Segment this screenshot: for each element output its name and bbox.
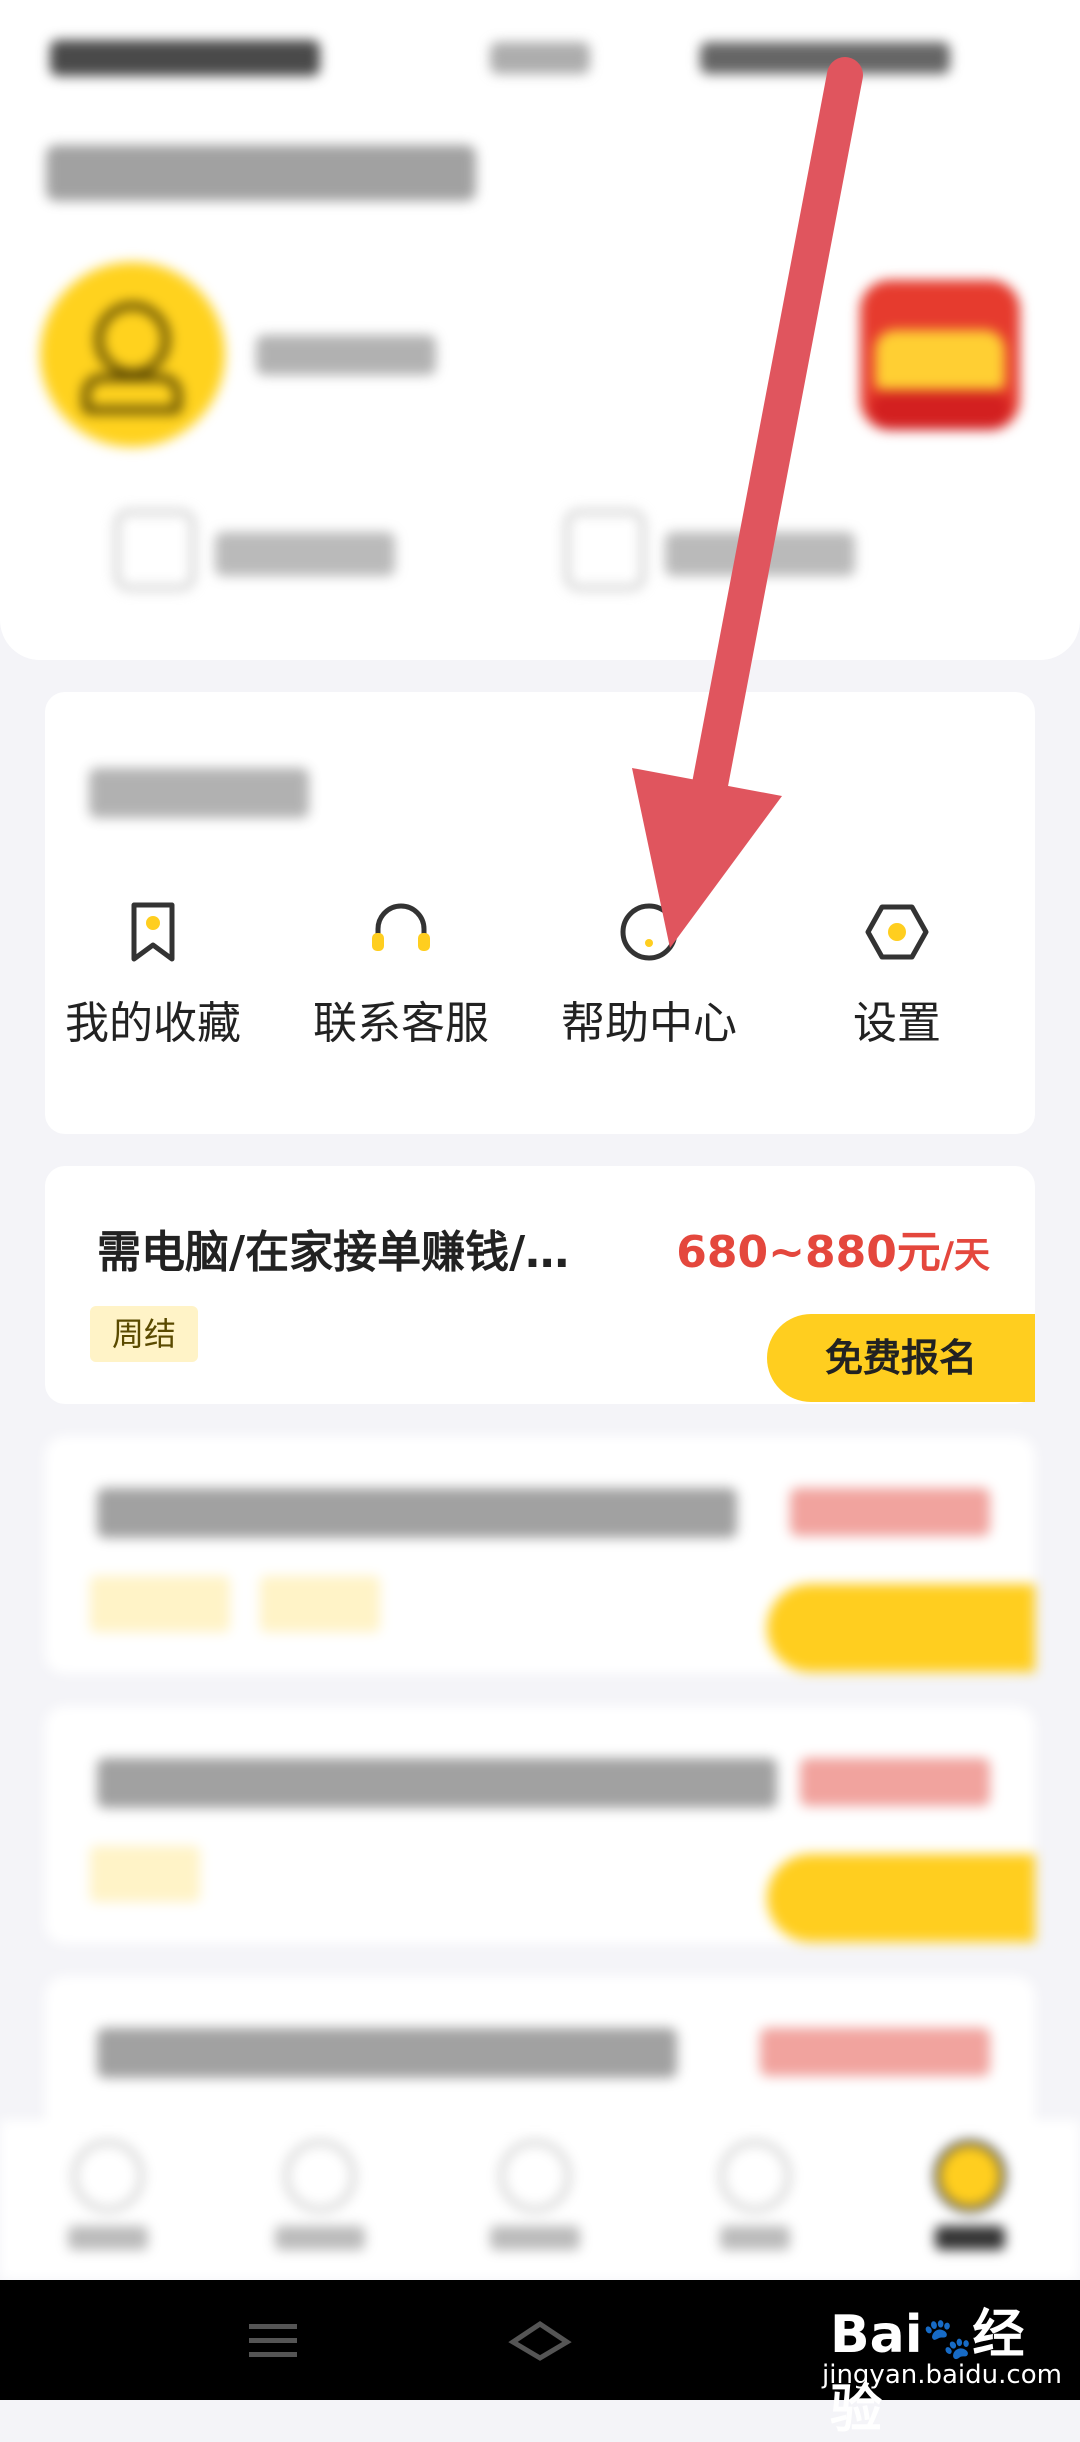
headset-icon (372, 903, 430, 951)
profile-header (0, 0, 1080, 660)
nav-label (490, 2226, 580, 2250)
service-contact[interactable]: 联系客服 (281, 897, 521, 1051)
service-label: 设置 (853, 998, 941, 1049)
job-salary-placeholder (790, 1488, 990, 1536)
status-icons (700, 42, 950, 74)
job-tag-placeholder (260, 1576, 380, 1632)
help-icon (620, 903, 678, 961)
job-salary-placeholder (800, 1758, 990, 1806)
service-label: 联系客服 (313, 998, 489, 1049)
service-label: 我的收藏 (65, 998, 241, 1049)
quick-link-2-label (665, 532, 855, 576)
home-button-icon[interactable] (505, 2318, 575, 2362)
job-title-placeholder (97, 2028, 677, 2078)
quick-link-1[interactable] (115, 510, 435, 600)
nav-label (720, 2226, 790, 2250)
gift-label (870, 390, 1010, 430)
service-settings[interactable]: 设置 (777, 897, 1017, 1051)
quick-link-1-label (215, 532, 395, 576)
salary-unit: /天 (940, 1235, 990, 1276)
job-title-placeholder (97, 1758, 777, 1808)
salary-amount: 680~880元 (676, 1227, 941, 1278)
apply-button[interactable]: 免费报名 (767, 1314, 1035, 1402)
job-card[interactable] (45, 1706, 1035, 1944)
status-left (50, 40, 320, 76)
nav-icon (499, 2140, 571, 2212)
avatar-body-icon (82, 374, 182, 414)
apply-button[interactable] (767, 1854, 1035, 1942)
services-title-placeholder (89, 768, 309, 818)
page-title-placeholder (46, 145, 476, 201)
avatar-head-icon (95, 302, 170, 377)
document-icon (115, 510, 195, 590)
avatar[interactable] (40, 262, 225, 447)
job-title-placeholder (97, 1488, 737, 1538)
job-salary-placeholder (760, 2028, 990, 2076)
nav-item-4[interactable] (685, 2140, 825, 2250)
services-card: 我的收藏 联系客服 帮助中心 设置 (45, 692, 1035, 1134)
nav-label (275, 2226, 365, 2250)
baidu-jingyan-watermark: Bai🐾经验 jingyan.baidu.com (820, 2282, 1070, 2440)
crown-icon (875, 330, 1005, 390)
watermark-url: jingyan.baidu.com (822, 2360, 1062, 2390)
document-icon (565, 510, 645, 590)
profile-icon (934, 2140, 1006, 2212)
nav-item-2[interactable] (250, 2140, 390, 2250)
nav-item-mine[interactable] (900, 2140, 1040, 2250)
job-card[interactable]: 需电脑/在家接单赚钱/… 680~880元/天 周结 免费报名 (45, 1166, 1035, 1404)
nav-item-3[interactable] (465, 2140, 605, 2250)
gift-badge[interactable] (840, 270, 1040, 450)
nav-icon (719, 2140, 791, 2212)
nav-item-home[interactable] (38, 2140, 178, 2250)
job-tag: 周结 (90, 1306, 199, 1362)
apply-button[interactable] (767, 1584, 1035, 1672)
job-title: 需电脑/在家接单赚钱/… (97, 1227, 570, 1278)
status-time (490, 42, 590, 74)
job-salary: 680~880元/天 (676, 1216, 990, 1280)
job-card[interactable] (45, 1436, 1035, 1674)
user-id-placeholder (256, 335, 436, 375)
bottom-nav (0, 2120, 1080, 2280)
menu-icon[interactable] (245, 2318, 301, 2362)
gear-icon (865, 904, 929, 960)
home-icon (72, 2140, 144, 2212)
quick-link-2[interactable] (565, 510, 885, 600)
service-favorites[interactable]: 我的收藏 (33, 897, 273, 1051)
service-label: 帮助中心 (561, 998, 737, 1049)
status-bar (50, 40, 950, 80)
service-help[interactable]: 帮助中心 (529, 897, 769, 1051)
job-tag-placeholder (90, 1846, 200, 1902)
nav-icon (284, 2140, 356, 2212)
job-tags: 周结 (90, 1306, 220, 1362)
bookmark-icon (131, 902, 175, 962)
nav-label (68, 2226, 148, 2250)
job-tag-placeholder (90, 1576, 230, 1632)
nav-label (935, 2226, 1005, 2250)
